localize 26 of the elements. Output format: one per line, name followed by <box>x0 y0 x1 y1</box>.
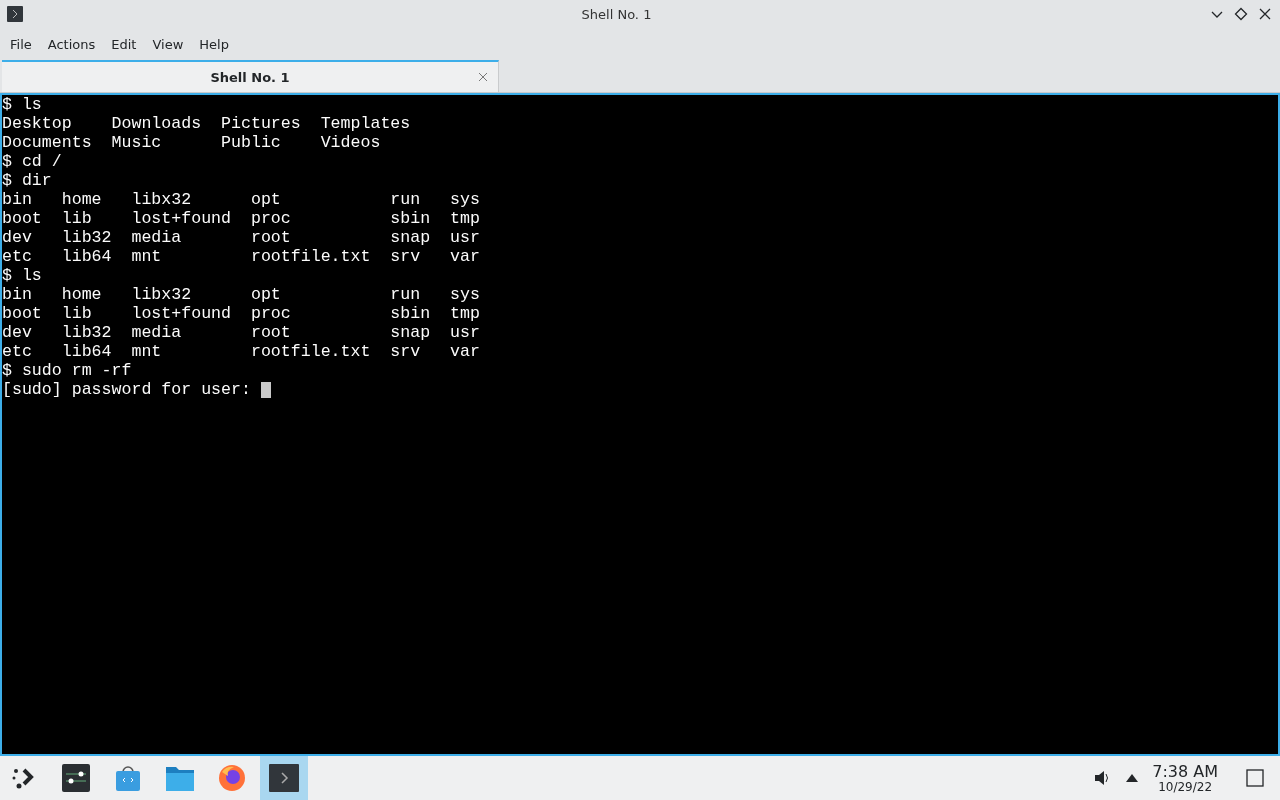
terminal-line: $ dir <box>2 171 52 190</box>
terminal-line: dev lib32 media root snap usr <box>2 228 480 247</box>
menu-item[interactable]: Actions <box>39 36 104 52</box>
terminal-line: dev lib32 media root snap usr <box>2 323 480 342</box>
menu-item[interactable]: Help <box>191 36 237 52</box>
menu-item[interactable]: View <box>144 36 192 52</box>
terminal-line: etc lib64 mnt rootfile.txt srv var <box>2 247 480 266</box>
window-title: Shell No. 1 <box>580 6 653 22</box>
menu-item[interactable]: File <box>2 36 40 52</box>
clock-time: 7:38 AM <box>1152 762 1218 781</box>
terminal-line: bin home libx32 opt run sys <box>2 190 480 209</box>
terminal-line: Documents Music Public Videos <box>2 133 381 152</box>
terminal-line: bin home libx32 opt run sys <box>2 285 480 304</box>
terminal-line: [sudo] password for user: <box>2 380 252 399</box>
terminal-line: Desktop Downloads Pictures Templates <box>2 114 411 133</box>
terminal-line: $ cd / <box>2 152 62 171</box>
clock-date: 10/29/22 <box>1158 780 1213 794</box>
menu-item[interactable]: Edit <box>103 36 145 52</box>
tab[interactable]: Shell No. 1 <box>2 60 499 92</box>
terminal-line: $ sudo rm -rf <box>2 361 132 380</box>
terminal-line: $ ls <box>2 266 42 285</box>
terminal-line: boot lib lost+found proc sbin tmp <box>2 304 480 323</box>
terminal-line: $ ls <box>2 95 42 114</box>
terminal-line: etc lib64 mnt rootfile.txt srv var <box>2 342 480 361</box>
tab-label: Shell No. 1 <box>210 69 290 85</box>
terminal-line: boot lib lost+found proc sbin tmp <box>2 209 480 228</box>
